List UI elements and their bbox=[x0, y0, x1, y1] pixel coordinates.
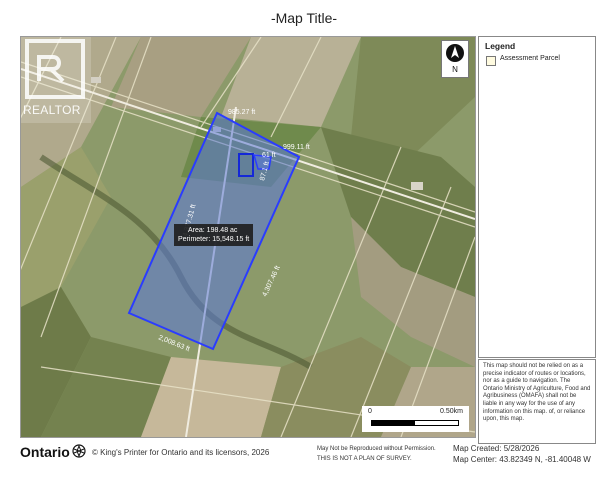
trillium-icon bbox=[72, 444, 86, 458]
perimeter-label: Perimeter: 15,548.15 ft bbox=[178, 236, 250, 243]
north-label: N bbox=[452, 65, 458, 74]
scale-bar-graphic bbox=[371, 420, 459, 426]
area-perimeter-label: Area: 198.48 ac Perimeter: 15,548.15 ft bbox=[174, 224, 254, 246]
satellite-map[interactable]: 985.27 ft 999.11 ft 61 ft 87.1 ft 4,377.… bbox=[20, 36, 476, 438]
scale-end-label: 0.50km bbox=[440, 408, 463, 415]
dim-top-right-label: 999.11 ft bbox=[283, 144, 310, 151]
map-center-text: Map Center: 43.82349 N, -81.40048 W bbox=[453, 455, 591, 464]
dim-top-label: 985.27 ft bbox=[228, 109, 255, 116]
realtor-logo-icon bbox=[25, 39, 85, 99]
realtor-watermark-text: REALTOR bbox=[23, 103, 81, 117]
scale-bar: 0 0.50km bbox=[362, 406, 469, 432]
area-label: Area: 198.48 ac bbox=[188, 227, 238, 234]
legend-swatch bbox=[486, 56, 496, 66]
dim-inner-top-label: 61 ft bbox=[262, 152, 276, 159]
map-title: -Map Title- bbox=[270, 10, 338, 26]
legend-title: Legend bbox=[485, 41, 516, 51]
disclaimer-text: This map should not be relied on as a pr… bbox=[478, 359, 596, 444]
north-arrow-icon bbox=[446, 44, 464, 62]
ontario-logo: Ontario bbox=[20, 444, 70, 460]
not-survey-text: THIS IS NOT A PLAN OF SURVEY. bbox=[317, 456, 412, 462]
map-created-text: Map Created: 5/28/2026 bbox=[453, 444, 540, 453]
north-arrow: N bbox=[441, 40, 469, 78]
not-reproduced-text: May Not be Reproduced without Permission… bbox=[317, 446, 436, 452]
scale-start-label: 0 bbox=[368, 408, 372, 415]
legend-panel: Legend Assessment Parcel bbox=[478, 36, 596, 358]
realtor-watermark: REALTOR bbox=[21, 37, 91, 123]
legend-item-assessment-parcel: Assessment Parcel bbox=[500, 55, 560, 62]
copyright-text: © King's Printer for Ontario and its lic… bbox=[92, 448, 270, 457]
